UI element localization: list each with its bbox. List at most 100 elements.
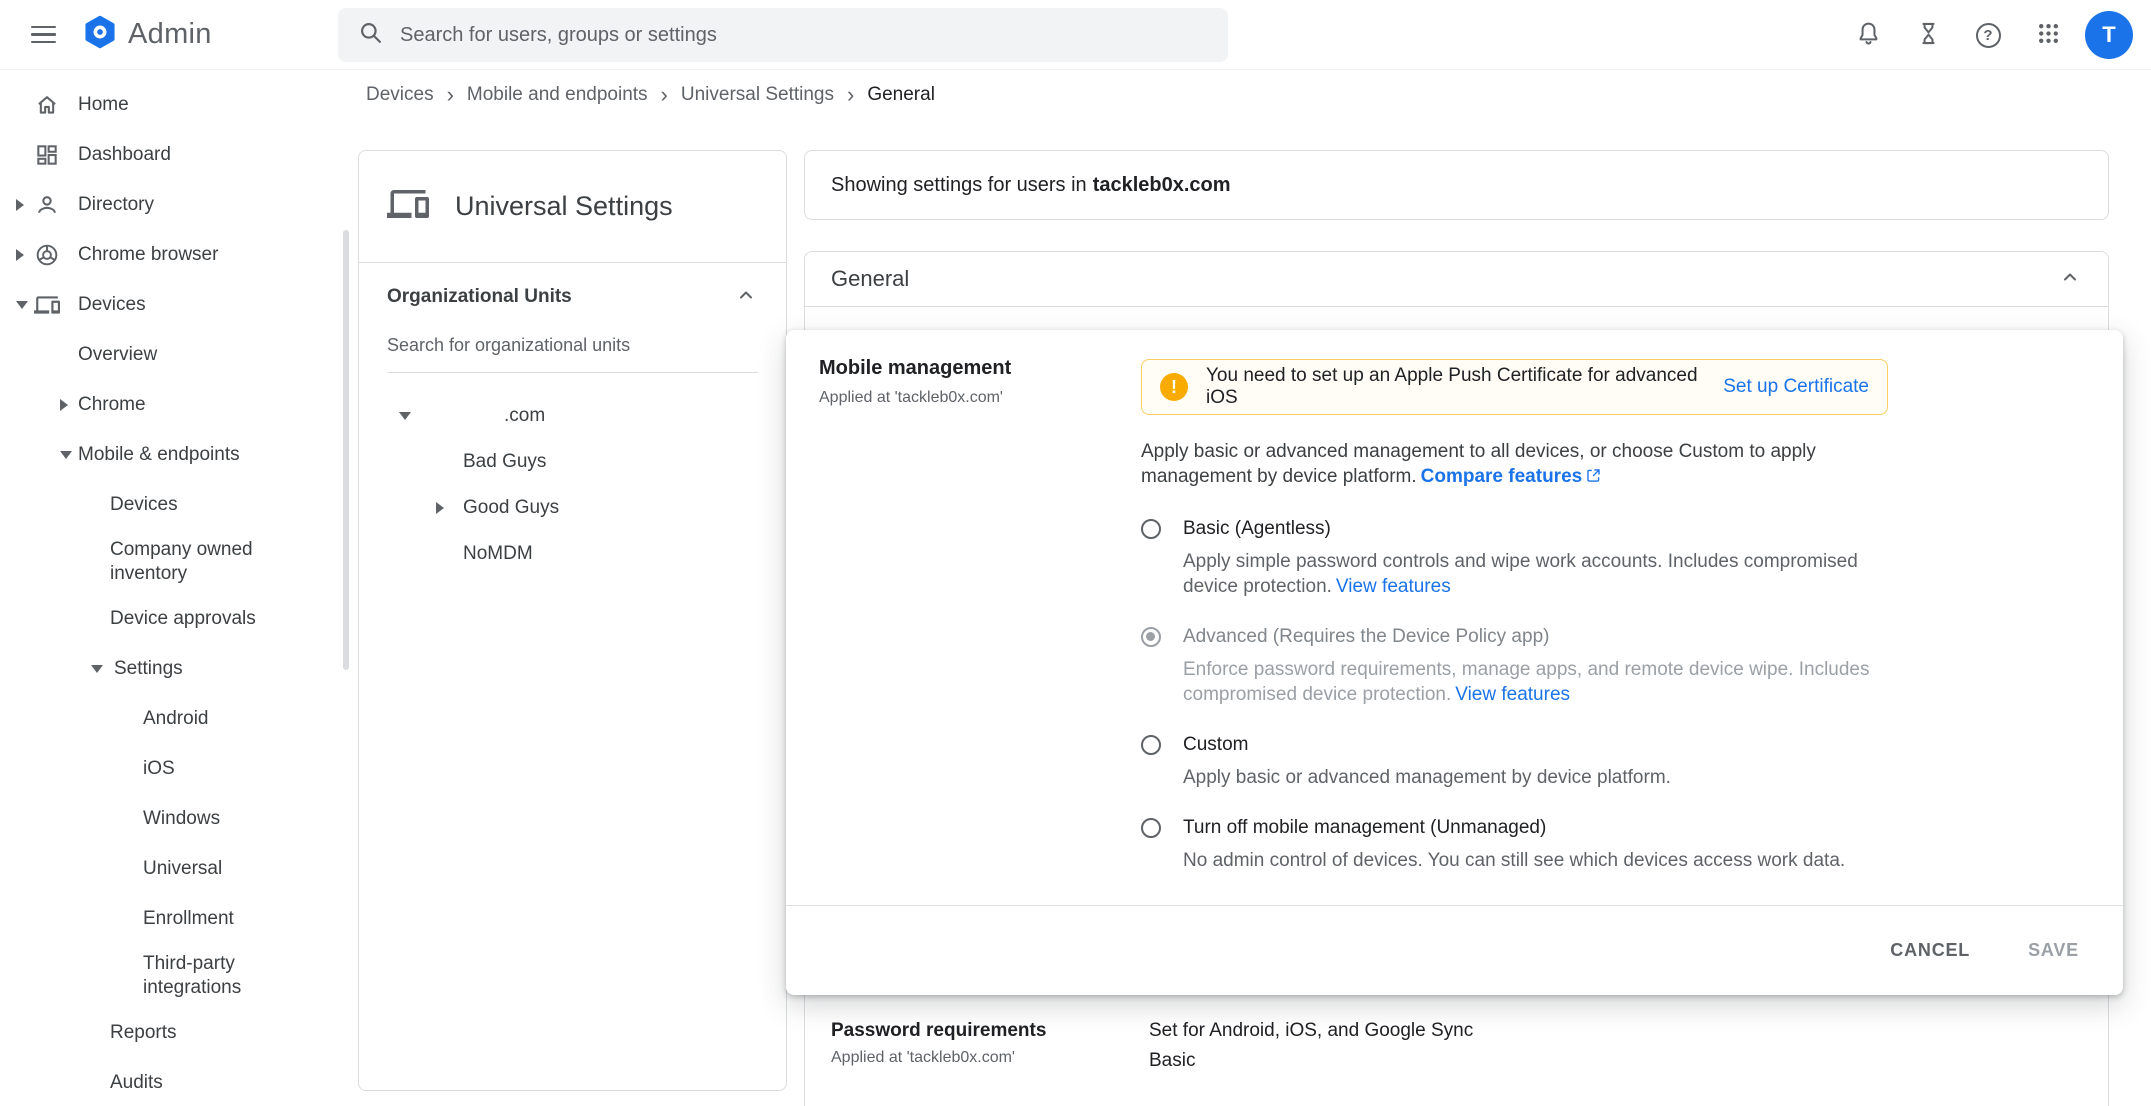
dialog-applied-at: Applied at 'tackleb0x.com': [819, 389, 1003, 406]
breadcrumb: Devices › Mobile and endpoints › Univers…: [366, 74, 935, 116]
sidebar-item-overview[interactable]: Overview: [0, 330, 351, 380]
dialog-content: ! You need to set up an Apple Push Certi…: [1141, 359, 1888, 873]
scope-domain: tackleb0x.com: [1092, 173, 1231, 196]
compare-features-link[interactable]: Compare features: [1421, 466, 1583, 487]
sidebar-item-label: Android: [143, 708, 209, 729]
chevron-up-icon[interactable]: [2058, 265, 2082, 294]
help-button[interactable]: ?: [1965, 12, 2011, 58]
set-up-certificate-link[interactable]: Set up Certificate: [1723, 376, 1869, 398]
sidebar-item-chrome-browser[interactable]: Chrome browser: [0, 230, 351, 280]
sidebar-item-dashboard[interactable]: Dashboard: [0, 130, 351, 180]
view-features-link[interactable]: View features: [1336, 576, 1451, 597]
warning-text: You need to set up an Apple Push Certifi…: [1206, 365, 1698, 408]
dialog-title: Mobile management: [819, 357, 1012, 379]
search-input[interactable]: [400, 23, 1208, 47]
caret-down-icon[interactable]: [399, 412, 411, 420]
notifications-button[interactable]: [1845, 12, 1891, 58]
home-icon: [33, 92, 61, 118]
ou-tree-item-bad-guys[interactable]: Bad Guys: [359, 439, 786, 485]
caret-right-icon[interactable]: [436, 502, 444, 514]
sidebar-item-devices-sub[interactable]: Devices: [0, 480, 351, 530]
sidebar-item-label: Device approvals: [110, 608, 256, 629]
sidebar-item-third-party-integrations[interactable]: Third-party integrations: [0, 944, 351, 1008]
warning-icon: !: [1160, 373, 1188, 401]
caret-down-icon[interactable]: [16, 301, 28, 309]
sidebar-item-ios[interactable]: iOS: [0, 744, 351, 794]
admin-logo-icon: [82, 14, 118, 55]
apps-grid-button[interactable]: [2025, 12, 2071, 58]
breadcrumb-universal-settings[interactable]: Universal Settings: [681, 84, 834, 106]
breadcrumb-devices[interactable]: Devices: [366, 84, 434, 106]
option-description: Enforce password requirements, manage ap…: [1183, 657, 1888, 707]
caret-down-icon[interactable]: [60, 451, 72, 459]
ou-search-input[interactable]: Search for organizational units: [387, 335, 758, 373]
breadcrumb-general: General: [867, 84, 935, 105]
cancel-button[interactable]: CANCEL: [1890, 940, 1970, 961]
sidebar-item-reports[interactable]: Reports: [0, 1008, 351, 1058]
sidebar-item-settings[interactable]: Settings: [0, 644, 351, 694]
universal-settings-icon: [387, 183, 429, 230]
password-requirements-level: Basic: [1149, 1050, 1196, 1071]
ou-tree-label: .com: [504, 405, 546, 426]
scope-prefix: Showing settings for users in: [831, 173, 1087, 196]
breadcrumb-mobile-and-endpoints[interactable]: Mobile and endpoints: [467, 84, 648, 106]
sidebar-item-device-approvals[interactable]: Device approvals: [0, 594, 351, 644]
caret-down-icon[interactable]: [91, 665, 103, 673]
radio-button-advanced[interactable]: [1141, 627, 1161, 647]
sidebar-item-label: Devices: [78, 294, 146, 315]
sidebar-item-windows[interactable]: Windows: [0, 794, 351, 844]
sidebar-item-label: Chrome: [78, 394, 146, 415]
sidebar-item-devices[interactable]: Devices: [0, 280, 351, 330]
sidebar-item-audits[interactable]: Audits: [0, 1058, 351, 1106]
avatar[interactable]: T: [2085, 11, 2133, 59]
sidebar-item-label: Windows: [143, 808, 221, 829]
save-button[interactable]: SAVE: [2028, 940, 2079, 961]
ou-tree: .com Bad Guys Good Guys NoMDM: [359, 393, 786, 577]
caret-right-icon[interactable]: [16, 249, 24, 261]
hamburger-menu-button[interactable]: [20, 12, 66, 58]
option-description-text: No admin control of devices. You can sti…: [1183, 850, 1846, 871]
chevron-up-icon[interactable]: [734, 283, 758, 312]
hourglass-icon: [1915, 20, 1942, 50]
password-requirements-row[interactable]: Password requirements Applied at 'tackle…: [805, 1020, 2108, 1072]
radio-option-unmanaged: Turn off mobile management (Unmanaged) N…: [1141, 816, 1888, 873]
sidebar-item-label: Overview: [78, 344, 158, 365]
chrome-icon: [33, 242, 61, 268]
sidebar-item-label: Universal: [143, 858, 223, 879]
sidebar-item-directory[interactable]: Directory: [0, 180, 351, 230]
dialog-label-block: Mobile management Applied at 'tackleb0x.…: [819, 357, 1011, 407]
sidebar-item-company-owned-inventory[interactable]: Company owned inventory: [0, 530, 351, 594]
ou-tree-item-good-guys[interactable]: Good Guys: [359, 485, 786, 531]
sidebar-item-home[interactable]: Home: [0, 80, 351, 130]
caret-right-icon[interactable]: [60, 399, 68, 411]
option-title: Basic (Agentless): [1183, 518, 1331, 539]
sidebar-scrollbar[interactable]: [343, 230, 349, 670]
radio-button-unmanaged[interactable]: [1141, 818, 1161, 838]
sidebar-item-mobile-endpoints[interactable]: Mobile & endpoints: [0, 430, 351, 480]
sidebar-item-label: Directory: [78, 194, 155, 215]
caret-right-icon[interactable]: [16, 199, 24, 211]
sidebar-item-enrollment[interactable]: Enrollment: [0, 894, 351, 944]
topbar: Admin Search for users, groups or settin…: [0, 0, 2151, 70]
sidebar-item-universal[interactable]: Universal: [0, 844, 351, 894]
admin-logo-text: Admin: [128, 18, 212, 50]
admin-logo: Admin: [82, 14, 212, 55]
sidebar-item-android[interactable]: Android: [0, 694, 351, 744]
sidebar-item-chrome[interactable]: Chrome: [0, 380, 351, 430]
radio-button-basic[interactable]: [1141, 519, 1161, 539]
organizational-units-section-toggle[interactable]: Organizational Units: [359, 263, 786, 331]
settings-scope-banner: Showing settings for users in tackleb0x.…: [804, 150, 2109, 220]
sidebar-item-label: Settings: [114, 658, 183, 679]
question-circle-icon: ?: [1975, 22, 2001, 48]
search-bar[interactable]: [338, 8, 1228, 62]
tasks-button[interactable]: [1905, 12, 1951, 58]
ou-tree-item-root[interactable]: .com: [359, 393, 786, 439]
dialog-footer: CANCEL SAVE: [786, 905, 2123, 995]
organizational-units-panel: Universal Settings Organizational Units …: [358, 150, 787, 1091]
option-title: Turn off mobile management (Unmanaged): [1183, 817, 1547, 838]
view-features-link[interactable]: View features: [1455, 684, 1570, 705]
ou-tree-item-nomdm[interactable]: NoMDM: [359, 531, 786, 577]
general-section-header[interactable]: General: [805, 252, 2108, 307]
ou-tree-label: Good Guys: [463, 497, 560, 518]
radio-button-custom[interactable]: [1141, 735, 1161, 755]
